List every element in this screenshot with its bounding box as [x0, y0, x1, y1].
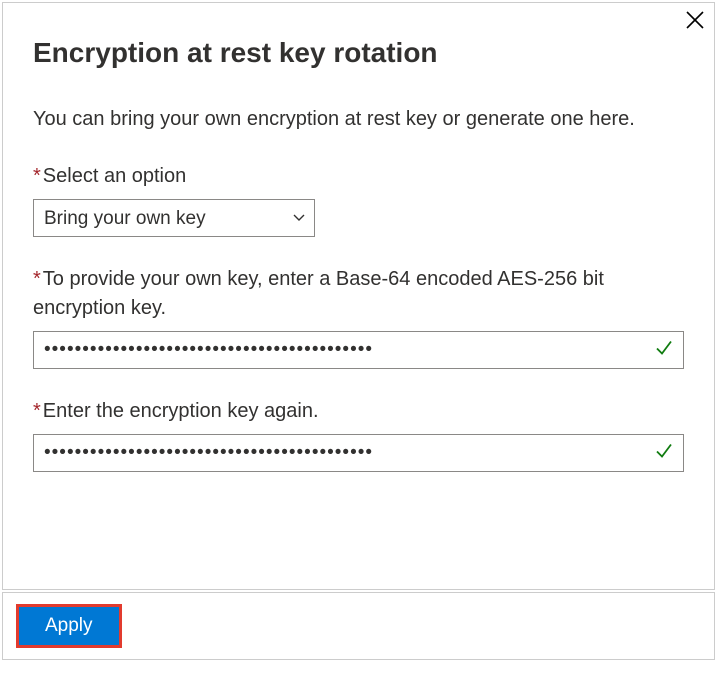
required-asterisk: *	[33, 400, 41, 422]
encryption-panel: Encryption at rest key rotation You can …	[2, 2, 715, 590]
option-label-text: Select an option	[43, 165, 186, 187]
option-select-wrapper: Bring your own key	[33, 199, 315, 237]
apply-button[interactable]: Apply	[19, 607, 119, 645]
key2-field-group: *Enter the encryption key again.	[33, 397, 684, 472]
option-select[interactable]: Bring your own key	[33, 199, 315, 237]
option-label: *Select an option	[33, 162, 684, 191]
key2-input-wrapper	[33, 434, 684, 472]
key1-input-wrapper	[33, 331, 684, 369]
key1-input[interactable]	[33, 331, 684, 369]
key1-field-group: *To provide your own key, enter a Base-6…	[33, 265, 684, 369]
key2-label: *Enter the encryption key again.	[33, 397, 684, 426]
required-asterisk: *	[33, 268, 41, 290]
key1-label-text: To provide your own key, enter a Base-64…	[33, 268, 604, 319]
key1-label: *To provide your own key, enter a Base-6…	[33, 265, 684, 323]
panel-title: Encryption at rest key rotation	[33, 37, 684, 69]
panel-description: You can bring your own encryption at res…	[33, 105, 684, 134]
option-field-group: *Select an option Bring your own key	[33, 162, 684, 237]
key2-label-text: Enter the encryption key again.	[43, 400, 319, 422]
key2-input[interactable]	[33, 434, 684, 472]
close-icon[interactable]	[686, 11, 704, 33]
required-asterisk: *	[33, 165, 41, 187]
footer-panel: Apply	[2, 592, 715, 660]
